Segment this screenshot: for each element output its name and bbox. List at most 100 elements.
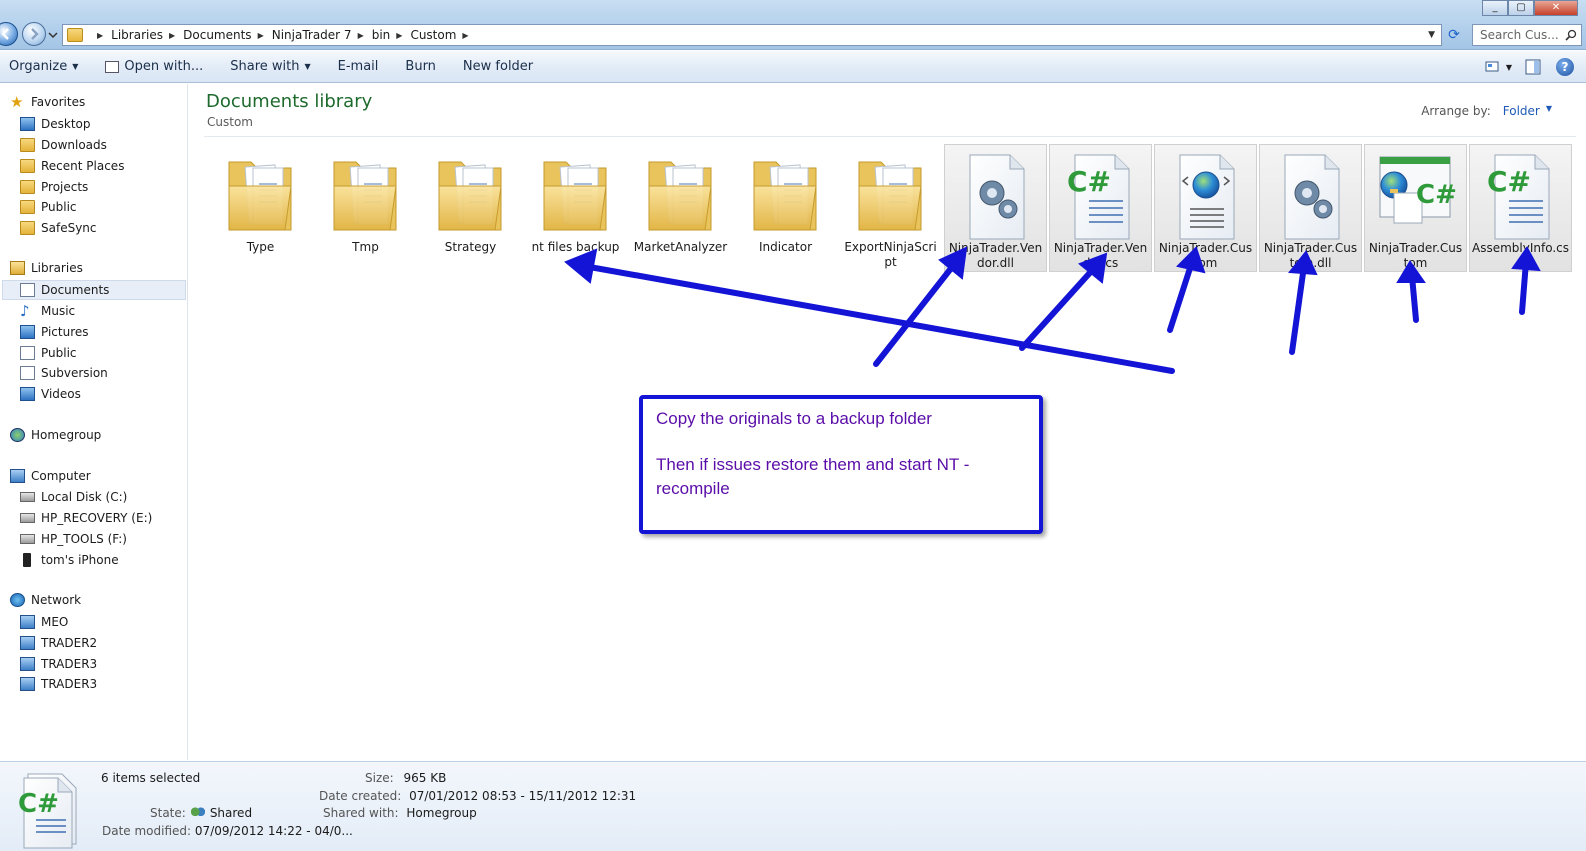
nav-item-desktop[interactable]: Desktop [20, 114, 186, 134]
close-button[interactable]: ✕ [1534, 0, 1578, 16]
nav-computer[interactable]: Computer [10, 469, 91, 483]
nav-item-downloads[interactable]: Downloads [20, 135, 186, 155]
navigation-pane: ★ Favorites Desktop Downloads Recent Plac… [0, 84, 188, 760]
csharp-file-icon: C# [1487, 154, 1549, 240]
file-item-label: NinjaTrader.Custom [1158, 241, 1253, 270]
state-field: State: Shared [150, 806, 252, 820]
nav-item-trader2[interactable]: TRADER2 [20, 633, 186, 653]
folder-icon [648, 161, 712, 231]
nav-item-music[interactable]: ♪ Music [20, 301, 186, 321]
file-item[interactable]: Strategy [419, 144, 522, 272]
minimize-button[interactable]: _ [1482, 0, 1508, 16]
nav-item-safesync[interactable]: SafeSync [20, 218, 186, 238]
date-created-field: Date created: 07/01/2012 08:53 - 15/11/2… [319, 789, 636, 803]
arrow-left-icon [1, 28, 9, 40]
file-item[interactable]: nt files backup [524, 144, 627, 272]
file-item[interactable]: C# AssemblyInfo.cs [1469, 144, 1572, 272]
breadcrumb-documents[interactable]: Documents ▶ [183, 28, 264, 42]
documents-icon [20, 283, 35, 297]
nav-item-iphone[interactable]: tom's iPhone [20, 550, 186, 570]
nav-item-meo[interactable]: MEO [20, 612, 186, 632]
nav-network[interactable]: Network [10, 593, 81, 607]
nav-item-trader3-second[interactable]: TRADER3 [20, 674, 186, 694]
file-item-label: MarketAnalyzer [633, 240, 728, 254]
file-item-label: NinjaTrader.Vendor.dll [948, 241, 1043, 270]
breadcrumb-libraries[interactable]: Libraries ▶ [111, 28, 175, 42]
nav-homegroup[interactable]: Homegroup [10, 428, 101, 442]
file-item-label: Strategy [444, 240, 497, 254]
csharp-project-icon: C# [1379, 156, 1456, 224]
share-with-button[interactable]: Share with ▼ [230, 59, 310, 74]
file-item-label: Tmp [352, 240, 379, 254]
nav-item-hp-recovery[interactable]: HP_RECOVERY (E:) [20, 508, 186, 528]
folder-icon [20, 200, 35, 214]
nav-libraries[interactable]: Libraries [10, 261, 83, 275]
breadcrumb-separator[interactable]: ▶ [91, 31, 103, 40]
computer-icon [20, 677, 35, 691]
file-item[interactable]: ExportNinjaScript [839, 144, 942, 272]
nav-item-recent-places[interactable]: Recent Places [20, 156, 186, 176]
nav-favorites[interactable]: ★ Favorites [10, 95, 85, 110]
annotation-line-1: Copy the originals to a backup folder [656, 409, 932, 428]
file-item-label: nt files backup [531, 240, 620, 254]
chevron-down-icon[interactable]: ▼ [1546, 104, 1552, 118]
breadcrumb-ninjatrader[interactable]: NinjaTrader 7 ▶ [272, 28, 364, 42]
file-item-label: NinjaTrader.Custom [1368, 241, 1463, 270]
chevron-down-icon[interactable]: ▼ [1506, 63, 1512, 72]
email-button[interactable]: E-mail [338, 59, 379, 74]
preview-pane-icon[interactable] [1524, 58, 1542, 76]
forward-button[interactable] [22, 22, 46, 46]
svg-text:C#: C# [1487, 165, 1531, 198]
help-icon[interactable]: ? [1556, 58, 1574, 76]
change-view-icon[interactable] [1484, 58, 1502, 76]
date-modified-field: Date modified: 07/09/2012 14:22 - 04/0..… [102, 824, 353, 838]
maximize-button[interactable]: ▢ [1508, 0, 1534, 16]
file-item[interactable]: NinjaTrader.Custom.dll [1259, 144, 1362, 272]
date-created-label: Date created: [319, 789, 402, 803]
annotation-line-2: Then if issues restore them and start NT… [656, 455, 970, 498]
nav-item-hp-tools[interactable]: HP_TOOLS (F:) [20, 529, 186, 549]
libraries-icon [10, 261, 25, 275]
address-bar[interactable]: ▶ Libraries ▶ Documents ▶ NinjaTrader 7 ▶ b… [62, 24, 1442, 46]
arrange-by: Arrange by: Folder ▼ [1421, 104, 1552, 118]
new-folder-button[interactable]: New folder [463, 59, 533, 74]
selection-count: 6 items selected [101, 771, 201, 785]
nav-item-pictures[interactable]: Pictures [20, 322, 186, 342]
arrange-by-dropdown[interactable]: Folder [1503, 104, 1540, 118]
nav-item-videos[interactable]: Videos [20, 384, 186, 404]
downloads-folder-icon [20, 138, 35, 152]
file-item[interactable]: C# NinjaTrader.Custom [1364, 144, 1467, 272]
annotation-callout: Copy the originals to a backup folder Th… [639, 395, 1043, 534]
search-icon [1565, 29, 1577, 41]
file-item[interactable]: C# NinjaTrader.Vendor.cs [1049, 144, 1152, 272]
file-item[interactable]: Indicator [734, 144, 837, 272]
size-value: 965 KB [403, 771, 447, 785]
file-item[interactable]: NinjaTrader.Vendor.dll [944, 144, 1047, 272]
breadcrumb-custom[interactable]: Custom ▶ [410, 28, 468, 42]
open-with-button[interactable]: Open with... [105, 59, 203, 74]
refresh-icon[interactable]: ⟳ [1446, 27, 1462, 43]
window-icon [105, 60, 120, 73]
svg-text:C#: C# [1067, 165, 1111, 198]
address-history-chevron-icon[interactable]: ▼ [1428, 30, 1435, 40]
nav-item-subversion[interactable]: Subversion [20, 363, 186, 383]
recent-pages-chevron-icon[interactable] [48, 31, 58, 39]
file-item[interactable]: MarketAnalyzer [629, 144, 732, 272]
file-item[interactable]: Tmp [314, 144, 417, 272]
svg-text:C#: C# [1416, 180, 1456, 210]
search-input[interactable]: Search Cus... [1472, 24, 1582, 46]
organize-button[interactable]: Organize ▼ [9, 59, 78, 74]
breadcrumb-bin[interactable]: bin ▶ [372, 28, 403, 42]
nav-item-documents[interactable]: Documents [2, 280, 186, 300]
nav-item-trader3[interactable]: TRADER3 [20, 654, 186, 674]
file-item[interactable]: NinjaTrader.Custom [1154, 144, 1257, 272]
file-item[interactable]: Type [209, 144, 312, 272]
folder-icon [228, 161, 292, 231]
nav-item-local-disk[interactable]: Local Disk (C:) [20, 487, 186, 507]
nav-item-projects[interactable]: Projects [20, 177, 186, 197]
nav-item-public-library[interactable]: Public [20, 343, 186, 363]
back-button[interactable] [0, 22, 18, 46]
nav-item-public[interactable]: Public [20, 197, 186, 217]
burn-button[interactable]: Burn [405, 59, 436, 74]
videos-icon [20, 387, 35, 401]
